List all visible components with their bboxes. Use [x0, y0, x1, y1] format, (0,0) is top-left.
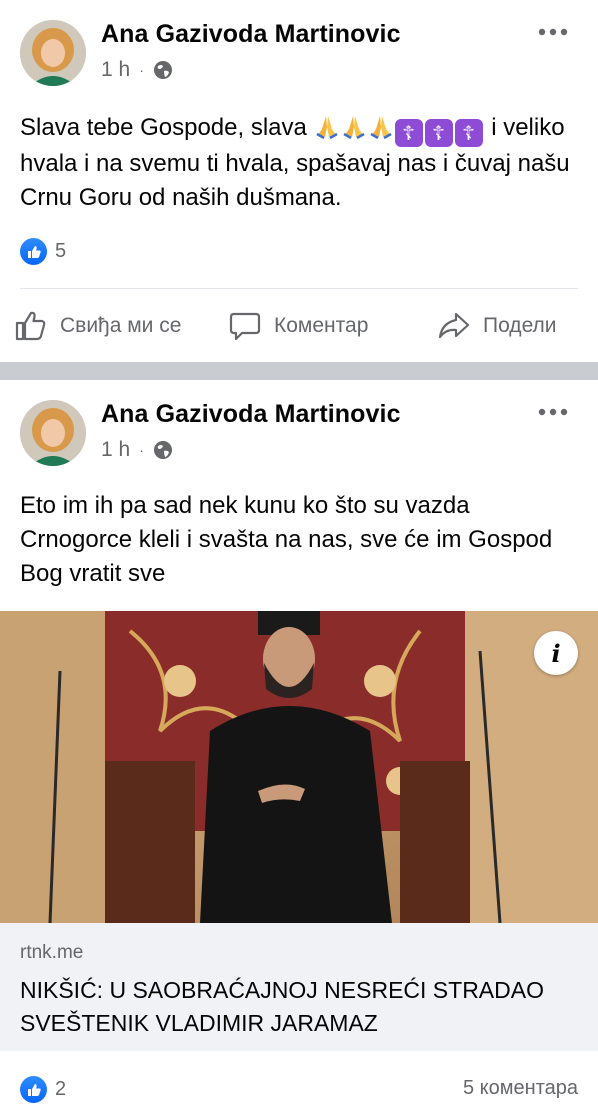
globe-icon: [153, 61, 172, 79]
post-text-part: Slava tebe Gospode, slava: [20, 114, 314, 141]
feed-separator: [0, 362, 598, 380]
post-meta: 1 h ·: [101, 438, 173, 462]
post-time[interactable]: 1 h: [101, 438, 130, 462]
meta-separator: ·: [139, 442, 144, 458]
share-label: Подели: [483, 314, 557, 337]
folded-hands-icon: [369, 116, 392, 139]
post-time[interactable]: 1 h: [101, 58, 130, 82]
avatar-photo: [20, 400, 86, 466]
link-preview-image[interactable]: i: [0, 611, 598, 923]
share-button[interactable]: Подели: [437, 303, 557, 349]
link-preview[interactable]: rtnk.me NIKŠIĆ: U SAOBRAĆAJNOJ NESREĆI S…: [0, 923, 598, 1051]
avatar-photo: [20, 20, 86, 86]
orthodox-cross-icon: ☦: [394, 119, 423, 147]
like-button[interactable]: Свиђа ми се: [14, 303, 181, 349]
like-reaction-icon: [20, 238, 47, 265]
meta-separator: ·: [139, 62, 144, 78]
author-name[interactable]: Ana Gazivoda Martinovic: [101, 400, 401, 429]
like-label: Свиђа ми се: [60, 314, 182, 337]
comment-icon: [229, 312, 261, 341]
post-text: Slava tebe Gospode, slava ☦ ☦ ☦ i veliko h…: [20, 111, 580, 215]
comments-count[interactable]: 5 коментара: [463, 1077, 578, 1100]
post-header: Ana Gazivoda Martinovic 1 h ·: [0, 0, 598, 90]
folded-hands-icon: [342, 116, 365, 139]
share-icon: [438, 312, 470, 339]
priest-photo: [0, 611, 598, 923]
post-header: Ana Gazivoda Martinovic 1 h ·: [0, 380, 598, 470]
more-options-icon[interactable]: [538, 26, 568, 38]
post: Ana Gazivoda Martinovic 1 h · Slava tebe…: [0, 0, 598, 362]
orthodox-cross-icon: ☦: [454, 119, 483, 147]
link-title: NIKŠIĆ: U SAOBRAĆAJNOJ NESREĆI STRADAO S…: [20, 977, 544, 1036]
info-button[interactable]: i: [534, 631, 578, 675]
comment-button[interactable]: Коментар: [228, 303, 368, 349]
reactions-summary[interactable]: 2: [20, 1076, 66, 1103]
orthodox-cross-icon: ☦: [424, 119, 453, 147]
thumbs-up-icon: [15, 311, 46, 341]
avatar[interactable]: [20, 400, 86, 466]
author-name[interactable]: Ana Gazivoda Martinovic: [101, 20, 401, 49]
folded-hands-icon: [315, 116, 338, 139]
more-options-icon[interactable]: [538, 406, 568, 418]
post: Ana Gazivoda Martinovic 1 h · Eto im ih …: [0, 380, 598, 1120]
comment-label: Коментар: [274, 314, 369, 337]
globe-icon: [153, 441, 172, 459]
link-domain: rtnk.me: [20, 942, 84, 963]
reaction-count: 2: [55, 1078, 67, 1100]
reactions-summary[interactable]: 5: [20, 238, 66, 265]
divider: [20, 288, 578, 289]
action-bar: Свиђа ми се Коментар Подели: [0, 303, 598, 349]
like-reaction-icon: [20, 1076, 47, 1103]
post-meta: 1 h ·: [101, 58, 173, 82]
reaction-count: 5: [55, 240, 67, 262]
avatar[interactable]: [20, 20, 86, 86]
post-text: Eto im ih pa sad nek kunu ko što su vazd…: [20, 492, 553, 587]
